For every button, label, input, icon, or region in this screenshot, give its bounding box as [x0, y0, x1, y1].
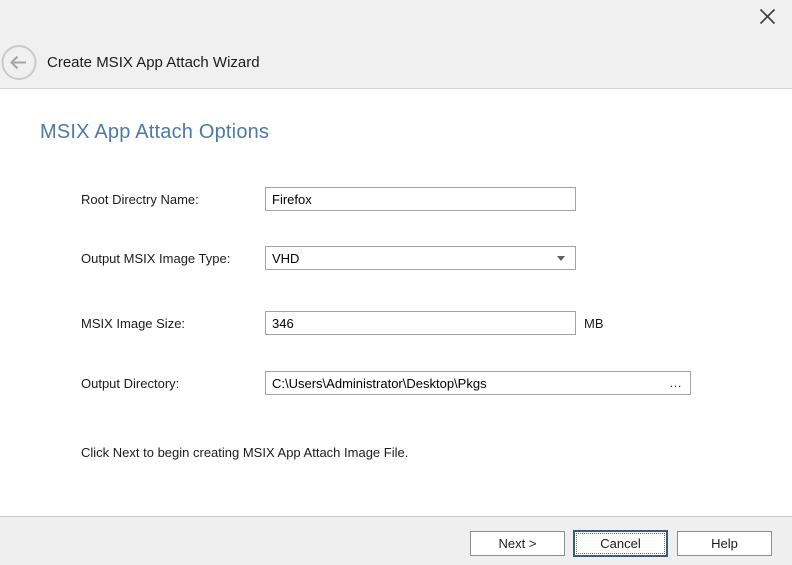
- image-type-dropdown[interactable]: VHD: [265, 246, 576, 270]
- image-size-unit-label: MB: [584, 311, 604, 335]
- browse-button[interactable]: …: [664, 372, 688, 394]
- form-row-image-size: MSIX Image Size: MB: [0, 311, 792, 335]
- image-size-label: MSIX Image Size:: [81, 311, 185, 335]
- instruction-text: Click Next to begin creating MSIX App At…: [81, 445, 408, 460]
- back-button[interactable]: [1, 44, 38, 81]
- root-directory-input[interactable]: [265, 187, 576, 211]
- root-directory-label: Root Directry Name:: [81, 187, 199, 211]
- cancel-button[interactable]: Cancel: [573, 530, 668, 557]
- close-button[interactable]: [752, 4, 782, 32]
- image-type-label: Output MSIX Image Type:: [81, 246, 230, 270]
- wizard-header: Create MSIX App Attach Wizard: [0, 0, 792, 89]
- back-arrow-icon: [1, 69, 38, 84]
- output-directory-input[interactable]: [265, 371, 691, 395]
- page-title: MSIX App Attach Options: [40, 121, 269, 144]
- image-type-value: VHD: [272, 251, 557, 266]
- wizard-footer: Next > Cancel Help: [0, 516, 792, 565]
- form-row-image-type: Output MSIX Image Type: VHD: [0, 246, 792, 270]
- wizard-content: MSIX App Attach Options Root Directry Na…: [0, 90, 792, 516]
- wizard-title: Create MSIX App Attach Wizard: [47, 54, 260, 71]
- close-icon: [759, 8, 776, 28]
- next-button[interactable]: Next >: [470, 531, 565, 556]
- chevron-down-icon: [557, 256, 565, 261]
- image-size-input[interactable]: [265, 311, 576, 335]
- help-button[interactable]: Help: [677, 531, 772, 556]
- wizard-window: Create MSIX App Attach Wizard MSIX App A…: [0, 0, 792, 565]
- form-row-output-directory: Output Directory: …: [0, 371, 792, 395]
- output-directory-label: Output Directory:: [81, 371, 179, 395]
- form-row-root-directory: Root Directry Name:: [0, 187, 792, 211]
